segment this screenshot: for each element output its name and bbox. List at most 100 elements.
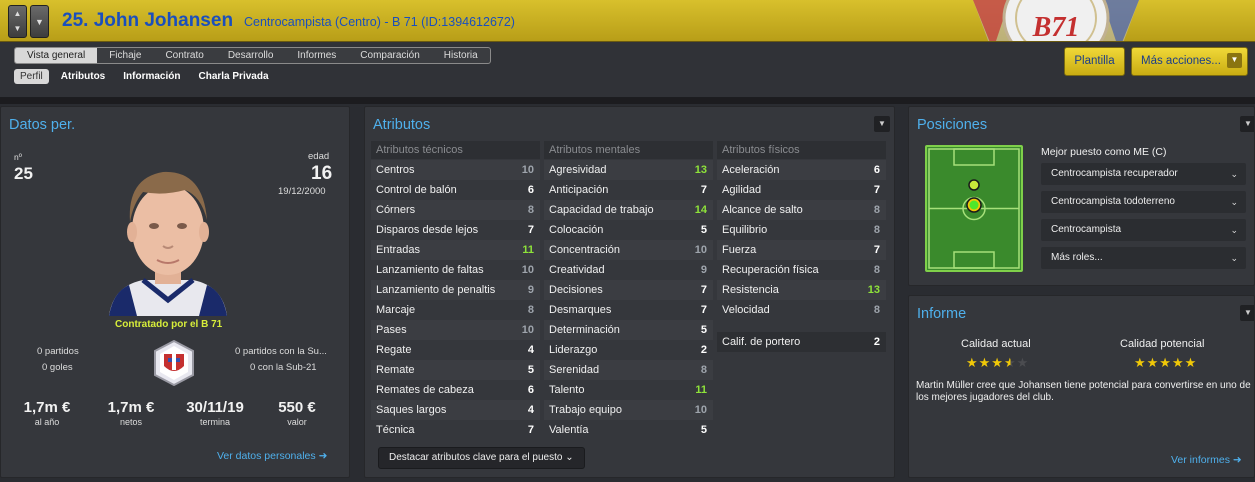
attribute-name: Control de balón [376, 184, 457, 196]
attribute-row[interactable]: Liderazgo 2 [544, 340, 713, 360]
attribute-row[interactable]: Saques largos 4 [371, 400, 540, 420]
attribute-row[interactable]: Remate 5 [371, 360, 540, 380]
chevron-down-icon: ⌄ [1230, 169, 1238, 179]
attribute-row[interactable]: Trabajo equipo 10 [544, 400, 713, 420]
chevron-down-icon[interactable]: ▼ [874, 116, 890, 132]
potential-ability-label: Calidad potencial [1120, 338, 1205, 350]
attribute-value: 8 [873, 304, 880, 316]
attribute-row[interactable]: Agilidad 7 [717, 180, 886, 200]
attribute-row[interactable]: Córners 8 [371, 200, 540, 220]
attribute-row[interactable]: Centros 10 [371, 160, 540, 180]
subtab-charla-privada[interactable]: Charla Privada [192, 69, 274, 84]
attribute-row[interactable]: Disparos desde lejos 7 [371, 220, 540, 240]
attribute-value: 8 [873, 204, 880, 216]
attribute-value: 5 [700, 324, 707, 336]
attribute-row[interactable]: Entradas 11 [371, 240, 540, 260]
attribute-row[interactable]: Valentía 5 [544, 420, 713, 440]
subtab-informacion[interactable]: Información [117, 69, 186, 84]
attribute-row[interactable]: Recuperación física 8 [717, 260, 886, 280]
attribute-name: Recuperación física [722, 264, 819, 276]
arrow-right-icon: ➜ [1232, 454, 1242, 466]
history-arrows[interactable]: ▲ ▼ [8, 5, 27, 38]
attribute-row[interactable]: Técnica 7 [371, 420, 540, 440]
attribute-row[interactable]: Serenidad 8 [544, 360, 713, 380]
attribute-row[interactable]: Agresividad 13 [544, 160, 713, 180]
attribute-row[interactable]: Aceleración 6 [717, 160, 886, 180]
attribute-row[interactable]: Pases 10 [371, 320, 540, 340]
attribute-row[interactable]: Creatividad 9 [544, 260, 713, 280]
tab-contrato[interactable]: Contrato [153, 48, 215, 63]
more-actions-button[interactable]: Más acciones... ▼ [1131, 47, 1248, 76]
attribute-row[interactable]: Capacidad de trabajo 14 [544, 200, 713, 220]
column-header-mental: Atributos mentales [544, 141, 713, 159]
chevron-down-icon[interactable]: ▼ [1240, 116, 1254, 132]
current-ability-stars: ★★★★★ [966, 355, 1029, 371]
attribute-value: 8 [700, 364, 707, 376]
attribute-row[interactable]: Remates de cabeza 6 [371, 380, 540, 400]
tab-historia[interactable]: Historia [432, 48, 490, 63]
view-reports-link[interactable]: Ver informes ➜ [1171, 454, 1242, 466]
tab-vista-general[interactable]: Vista general [15, 48, 98, 63]
tab-comparacion[interactable]: Comparación [348, 48, 431, 63]
highlight-key-attributes-button[interactable]: Destacar atributos clave para el puesto … [378, 447, 585, 469]
position-dot-mc [969, 200, 979, 210]
more-roles-option[interactable]: Más roles... ⌄ [1041, 247, 1246, 269]
attribute-row[interactable]: Regate 4 [371, 340, 540, 360]
potential-ability-stars: ★★★★★ [1134, 355, 1197, 371]
attribute-value: 4 [527, 404, 534, 416]
report-text: Martin Müller cree que Johansen tiene po… [916, 380, 1251, 403]
attribute-row[interactable]: Anticipación 7 [544, 180, 713, 200]
role-option[interactable]: Centrocampista recuperador ⌄ [1041, 163, 1246, 185]
subtab-perfil[interactable]: Perfil [14, 69, 49, 84]
attribute-value: 5 [700, 424, 707, 436]
tab-fichaje[interactable]: Fichaje [97, 48, 153, 63]
attribute-name: Resistencia [722, 284, 779, 296]
attribute-row[interactable]: Marcaje 8 [371, 300, 540, 320]
role-option[interactable]: Centrocampista todoterreno ⌄ [1041, 191, 1246, 213]
attribute-name: Fuerza [722, 244, 757, 256]
attribute-value: 8 [527, 304, 534, 316]
tab-desarrollo[interactable]: Desarrollo [216, 48, 286, 63]
panel-title: Atributos [373, 117, 431, 133]
attribute-row[interactable]: Control de balón 6 [371, 180, 540, 200]
goalkeeper-rating-row[interactable]: Calif. de portero 2 [717, 332, 886, 352]
attribute-value: 9 [700, 264, 707, 276]
chevron-down-icon[interactable]: ▼ [1240, 305, 1254, 321]
contract-note: Contratado por el B 71 [115, 319, 223, 330]
player-photo [109, 171, 227, 316]
attribute-name: Concentración [549, 244, 620, 256]
role-option[interactable]: Centrocampista ⌄ [1041, 219, 1246, 241]
attribute-row[interactable]: Desmarques 7 [544, 300, 713, 320]
chevron-down-icon[interactable]: ▼ [30, 5, 49, 38]
link-label: Ver datos personales [217, 450, 316, 462]
stat-value: 550 € [278, 399, 316, 416]
crest-text: B71 [1032, 12, 1080, 42]
tab-informes[interactable]: Informes [285, 48, 348, 63]
squad-button[interactable]: Plantilla [1064, 47, 1125, 76]
arrow-down-icon[interactable]: ▼ [9, 21, 26, 36]
attribute-row[interactable]: Lanzamiento de penaltis 9 [371, 280, 540, 300]
attribute-row[interactable]: Talento 11 [544, 380, 713, 400]
attribute-name: Decisiones [549, 284, 603, 296]
arrow-up-icon[interactable]: ▲ [9, 6, 26, 21]
attribute-row[interactable]: Fuerza 7 [717, 240, 886, 260]
attribute-row[interactable]: Colocación 5 [544, 220, 713, 240]
attribute-value: 8 [527, 204, 534, 216]
attribute-row[interactable]: Resistencia 13 [717, 280, 886, 300]
attribute-row[interactable]: Decisiones 7 [544, 280, 713, 300]
attribute-value: 6 [873, 164, 880, 176]
pitch-lines [928, 148, 1020, 269]
attribute-row[interactable]: Concentración 10 [544, 240, 713, 260]
chevron-down-icon: ⌄ [1230, 225, 1238, 235]
attribute-row[interactable]: Alcance de salto 8 [717, 200, 886, 220]
attribute-row[interactable]: Determinación 5 [544, 320, 713, 340]
attribute-row[interactable]: Lanzamiento de faltas 10 [371, 260, 540, 280]
subtab-atributos[interactable]: Atributos [55, 69, 111, 84]
page-subtitle[interactable]: Centrocampista (Centro) - B 71 (ID:13946… [244, 15, 515, 29]
attribute-row[interactable]: Velocidad 8 [717, 300, 886, 320]
position-pitch [925, 145, 1023, 272]
attribute-name: Alcance de salto [722, 204, 803, 216]
current-ability-label: Calidad actual [961, 338, 1031, 350]
attribute-row[interactable]: Equilibrio 8 [717, 220, 886, 240]
view-personal-data-link[interactable]: Ver datos personales ➜ [217, 450, 327, 462]
